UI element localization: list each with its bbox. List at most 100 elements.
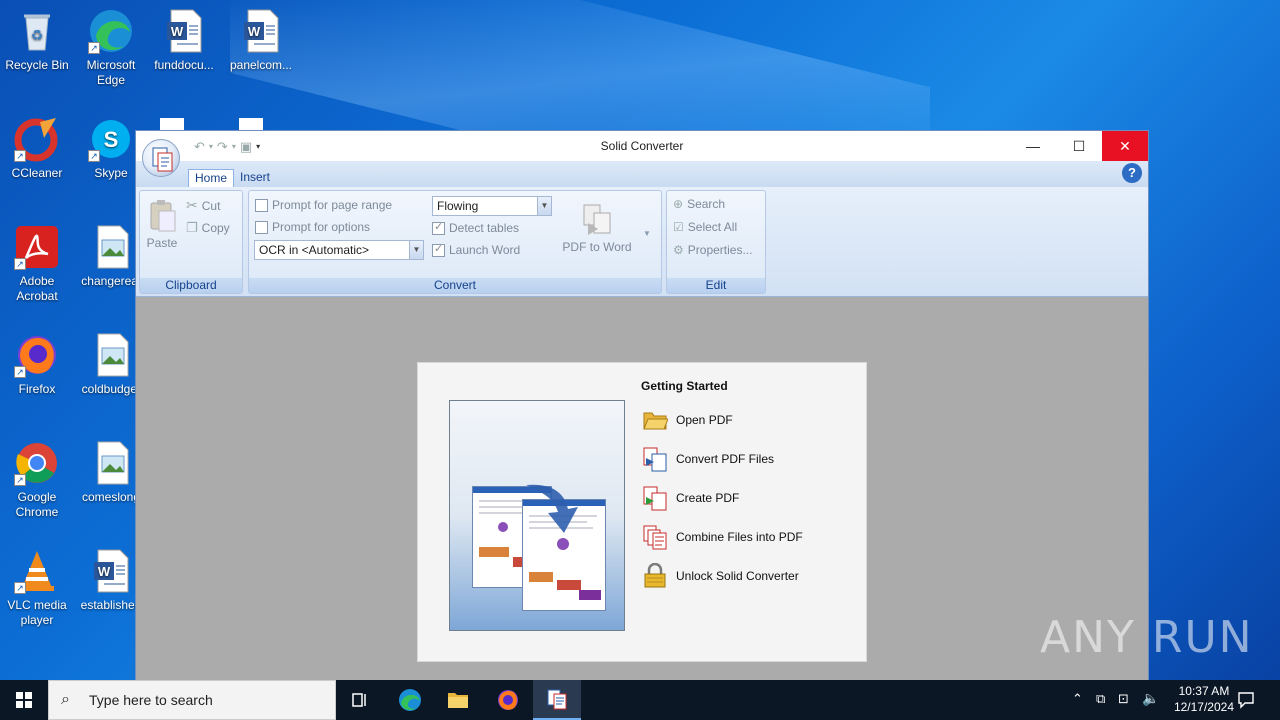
volume-icon[interactable]: 🔈 <box>1142 690 1159 707</box>
conversion-illustration <box>449 400 625 631</box>
solid-converter-icon <box>547 689 567 710</box>
chevron-down-icon: ▼ <box>537 197 551 215</box>
getting-started-title: Getting Started <box>641 379 728 393</box>
checkbox-box <box>255 220 268 234</box>
desktop-icon-partial-2[interactable] <box>225 116 275 130</box>
checkbox-box <box>255 198 268 212</box>
create-pdf-icon <box>642 485 668 511</box>
taskbar-edge[interactable] <box>386 680 434 720</box>
desktop-icon-acrobat[interactable]: ↗ Adobe Acrobat <box>1 224 73 304</box>
word-doc-icon: W <box>88 548 134 594</box>
open-pdf-link[interactable]: Open PDF <box>642 407 733 433</box>
task-view-button[interactable] <box>336 680 384 720</box>
copy-icon: ❐ <box>186 220 198 235</box>
prompt-options-checkbox[interactable]: Prompt for options <box>255 220 370 234</box>
vlc-icon: ↗ <box>14 548 60 594</box>
select-all-button[interactable]: ☑ Select All <box>673 220 737 234</box>
combine-files-link[interactable]: Combine Files into PDF <box>642 524 803 550</box>
layout-mode-select[interactable]: Flowing ▼ <box>432 196 552 216</box>
chevron-up-icon[interactable]: ⌃ <box>1072 691 1083 707</box>
desktop-icon-partial-1[interactable] <box>148 116 188 130</box>
pdf-to-word-button[interactable]: PDF to Word <box>557 203 637 254</box>
svg-text:W: W <box>248 24 261 39</box>
solid-converter-window: ↶ ▾ ↷ ▾ ▣ ▾ Solid Converter — ☐ ✕ Home I… <box>135 130 1149 682</box>
desktop-icon-chrome[interactable]: ↗ Google Chrome <box>1 440 73 520</box>
taskbar-solid-converter[interactable] <box>533 680 581 720</box>
firefox-icon: ↗ <box>14 332 60 378</box>
desktop-icon-funddocu[interactable]: W funddocu... <box>148 8 220 73</box>
svg-text:S: S <box>104 127 119 152</box>
taskbar: ⌕ Type here to search ⌃ ⧉ ⊡ 🔈 10:37 AM 1… <box>0 680 1280 720</box>
cut-button[interactable]: ✂ Cut <box>186 197 220 214</box>
pdf-to-word-icon <box>583 204 611 235</box>
app-logo-icon <box>152 147 173 172</box>
checkbox-box <box>432 242 445 257</box>
ethernet-icon[interactable]: ⊡ <box>1118 691 1129 707</box>
svg-text:W: W <box>171 24 184 39</box>
prompt-page-range-checkbox[interactable]: Prompt for page range <box>255 198 392 212</box>
clipboard-group: Paste ✂ Cut ❐ Copy Clipboard <box>139 190 243 294</box>
image-file-icon <box>88 440 134 486</box>
taskbar-file-explorer[interactable] <box>434 680 482 720</box>
help-icon[interactable]: ? <box>1122 163 1142 183</box>
acrobat-icon: ↗ <box>14 224 60 270</box>
desktop-icon-firefox[interactable]: ↗ Firefox <box>1 332 73 397</box>
unlock-link[interactable]: Unlock Solid Converter <box>642 562 799 589</box>
anyrun-watermark: ANY RUN <box>1040 612 1254 663</box>
svg-text:♻: ♻ <box>31 27 44 43</box>
windows-logo-icon <box>16 692 32 708</box>
maximize-button[interactable]: ☐ <box>1056 131 1102 161</box>
ccleaner-icon: ↗ <box>14 116 60 162</box>
notification-icon <box>1238 692 1254 709</box>
folder-icon <box>642 407 669 433</box>
convert-pdf-files-link[interactable]: Convert PDF Files <box>642 446 774 472</box>
task-view-icon <box>352 693 366 707</box>
create-pdf-link[interactable]: Create PDF <box>642 485 739 511</box>
title-bar[interactable]: ↶ ▾ ↷ ▾ ▣ ▾ Solid Converter — ☐ ✕ <box>136 131 1148 177</box>
desktop-icon-vlc[interactable]: ↗ VLC media player <box>1 548 73 628</box>
ocr-select[interactable]: OCR in <Automatic> ▼ <box>254 240 424 260</box>
detect-tables-checkbox[interactable]: Detect tables <box>432 220 519 235</box>
doc-icon <box>227 116 273 130</box>
getting-started-panel: Getting Started Open PDF Convert PDF Fil… <box>417 362 867 662</box>
copy-button[interactable]: ❐ Copy <box>186 220 230 236</box>
checkbox-box <box>432 220 445 235</box>
edit-group: ⊕ Search ☑ Select All ⚙ Properties... Ed… <box>666 190 766 294</box>
convert-group: Prompt for page range Prompt for options… <box>248 190 662 294</box>
desktop-icon-panelcom[interactable]: W panelcom... <box>225 8 297 73</box>
minimize-button[interactable]: — <box>1010 131 1056 161</box>
notifications-button[interactable] <box>1224 680 1268 720</box>
window-title: Solid Converter <box>600 139 684 153</box>
paste-button[interactable]: Paste <box>144 199 180 250</box>
image-file-icon <box>88 224 134 270</box>
lock-icon <box>642 562 668 589</box>
chevron-down-icon: ▼ <box>409 241 423 259</box>
edge-icon <box>399 689 421 711</box>
desktop-icon-recycle-bin[interactable]: ♻ Recycle Bin <box>1 8 73 73</box>
paste-icon <box>150 200 176 232</box>
system-tray: ⌃ ⧉ ⊡ 🔈 <box>1068 680 1164 720</box>
taskbar-search-input[interactable]: ⌕ Type here to search <box>48 680 336 720</box>
edge-icon: ↗ <box>88 8 134 54</box>
edit-group-label: Edit <box>667 278 765 293</box>
convert-arrow-icon <box>526 484 578 533</box>
tab-home[interactable]: Home <box>188 169 235 187</box>
skype-icon: S ↗ <box>88 116 134 162</box>
ribbon-tabs: Home Insert ? <box>136 161 1148 187</box>
taskbar-firefox[interactable] <box>484 680 532 720</box>
dropdown-arrow-icon[interactable]: ▼ <box>643 229 651 238</box>
search-button[interactable]: ⊕ Search <box>673 197 725 211</box>
desktop-icon-edge[interactable]: ↗ Microsoft Edge <box>75 8 147 88</box>
application-menu-button[interactable] <box>142 139 180 177</box>
desktop-icon-ccleaner[interactable]: ↗ CCleaner <box>1 116 73 181</box>
properties-button[interactable]: ⚙ Properties... <box>673 243 752 257</box>
ribbon: Paste ✂ Cut ❐ Copy Clipboard Prompt for … <box>136 187 1148 297</box>
combine-pdf-icon <box>642 524 668 550</box>
tab-insert[interactable]: Insert <box>234 169 276 187</box>
close-button[interactable]: ✕ <box>1102 131 1148 161</box>
chrome-icon: ↗ <box>14 440 60 486</box>
firefox-icon <box>498 690 518 710</box>
network-status-icon[interactable]: ⧉ <box>1096 691 1105 707</box>
start-button[interactable] <box>0 680 48 720</box>
launch-word-checkbox[interactable]: Launch Word <box>432 242 520 257</box>
